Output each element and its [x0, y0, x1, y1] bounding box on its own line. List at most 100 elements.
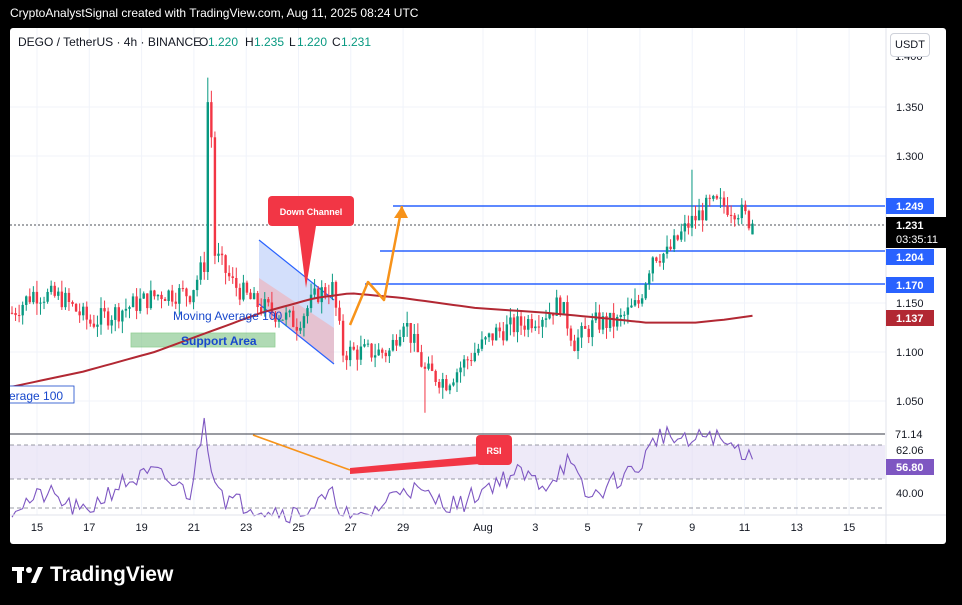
candle-body: [676, 235, 679, 240]
candle-body: [687, 223, 690, 228]
candle-body: [341, 320, 345, 356]
candle-body: [726, 205, 729, 215]
candle-body: [217, 253, 220, 256]
candle-body: [527, 319, 530, 330]
candle-body: [57, 291, 60, 296]
candle-body: [103, 308, 106, 312]
candle-body: [694, 215, 697, 221]
low-value: 1.220: [297, 35, 327, 49]
candle-body: [633, 300, 637, 306]
candle-body: [78, 311, 81, 316]
candle-body: [92, 323, 96, 327]
candle-body: [220, 253, 224, 256]
candle-body: [231, 276, 234, 278]
currency-button[interactable]: USDT: [890, 33, 930, 57]
candle-body: [89, 319, 92, 324]
candle-body: [505, 324, 509, 341]
candle-body: [665, 246, 669, 254]
candle-body: [53, 285, 56, 296]
candle-body: [509, 317, 512, 325]
candle-body: [587, 328, 590, 338]
candle-body: [156, 294, 160, 297]
candle-body: [373, 355, 377, 358]
rsi-value-label: 56.80: [896, 462, 924, 474]
candle-body: [477, 348, 480, 353]
candle-body: [381, 349, 384, 353]
candle-body: [562, 302, 565, 314]
candle-body: [146, 293, 149, 309]
candle-body: [459, 367, 462, 373]
candle-body: [523, 325, 526, 330]
candle-body: [345, 355, 348, 361]
candle-body: [235, 277, 238, 288]
candle-body: [299, 327, 302, 331]
candle-body: [82, 306, 85, 316]
time-tick-label: 15: [843, 522, 855, 534]
candle-body: [534, 326, 537, 329]
candle-body: [320, 287, 323, 303]
candle-body: [64, 292, 67, 308]
projection-path: [348, 205, 404, 326]
rsi-tick-6206: 62.06: [896, 445, 924, 457]
candle-body: [655, 257, 658, 261]
candle-body: [484, 337, 487, 340]
time-tick-label: 25: [292, 522, 304, 534]
time-tick-label: 19: [135, 522, 147, 534]
candle-body: [573, 340, 576, 351]
candle-body: [705, 197, 708, 221]
candle-body: [455, 372, 459, 383]
current-price-label: 1.231: [896, 220, 924, 232]
candle-body: [21, 304, 24, 316]
candle-body: [74, 303, 78, 312]
candle-body: [17, 315, 21, 317]
candle-body: [96, 324, 99, 327]
candle-body: [473, 352, 476, 361]
candle-body: [537, 326, 541, 328]
time-tick-label: 29: [397, 522, 409, 534]
candle-body: [356, 349, 359, 360]
candle-body: [583, 325, 587, 329]
time-tick-label: 5: [585, 522, 591, 534]
candle-body: [420, 352, 423, 367]
candle-body: [32, 291, 35, 303]
candle-body: [295, 326, 298, 331]
time-tick-label: 11: [739, 522, 750, 534]
candle-body: [697, 210, 701, 221]
candle-body: [438, 381, 441, 388]
candle-body: [712, 195, 715, 199]
time-tick-label: 23: [240, 522, 252, 534]
open-label: O: [199, 35, 208, 49]
time-tick-label: 3: [532, 522, 538, 534]
candle-body: [302, 316, 306, 328]
tradingview-logo[interactable]: TradingView: [12, 563, 173, 587]
candle-body: [306, 308, 309, 317]
candle-body: [106, 311, 110, 326]
low-label: L: [289, 35, 296, 49]
candle-body: [42, 301, 46, 303]
candle-body: [747, 211, 751, 229]
time-axis[interactable]: 15 17 19 21 23 25 27 29 Aug 3 5 7 9 11 13 15: [31, 522, 855, 534]
candle-body: [576, 337, 580, 351]
candle-body: [14, 313, 17, 316]
chart-frame[interactable]: DEGO / TetherUS · 4h · BINANCE O 1.220 H…: [10, 28, 946, 544]
countdown-label: 03:35:11: [896, 234, 938, 246]
candle-body: [292, 310, 295, 327]
down-channel-label: Down Channel: [280, 207, 343, 217]
price-tick-label: 1.300: [896, 151, 924, 163]
moving-average-100-line: [10, 292, 753, 389]
candle-body: [729, 214, 733, 216]
rsi-callout-label: RSI: [486, 446, 501, 456]
time-tick-label: 27: [345, 522, 357, 534]
candle-body: [121, 310, 124, 322]
candle-body: [153, 290, 156, 297]
symbol-name: DEGO / TetherUS · 4h · BINANCE: [18, 35, 201, 49]
projection-arrowhead: [394, 206, 408, 218]
candle-body: [188, 296, 192, 303]
candle-body: [181, 288, 185, 290]
candle-body: [160, 294, 163, 300]
candle-body: [690, 215, 694, 228]
candle-body: [559, 297, 562, 314]
chart-canvas[interactable]: DEGO / TetherUS · 4h · BINANCE O 1.220 H…: [10, 28, 946, 544]
candle-body: [395, 339, 398, 346]
candle-body: [516, 316, 519, 333]
